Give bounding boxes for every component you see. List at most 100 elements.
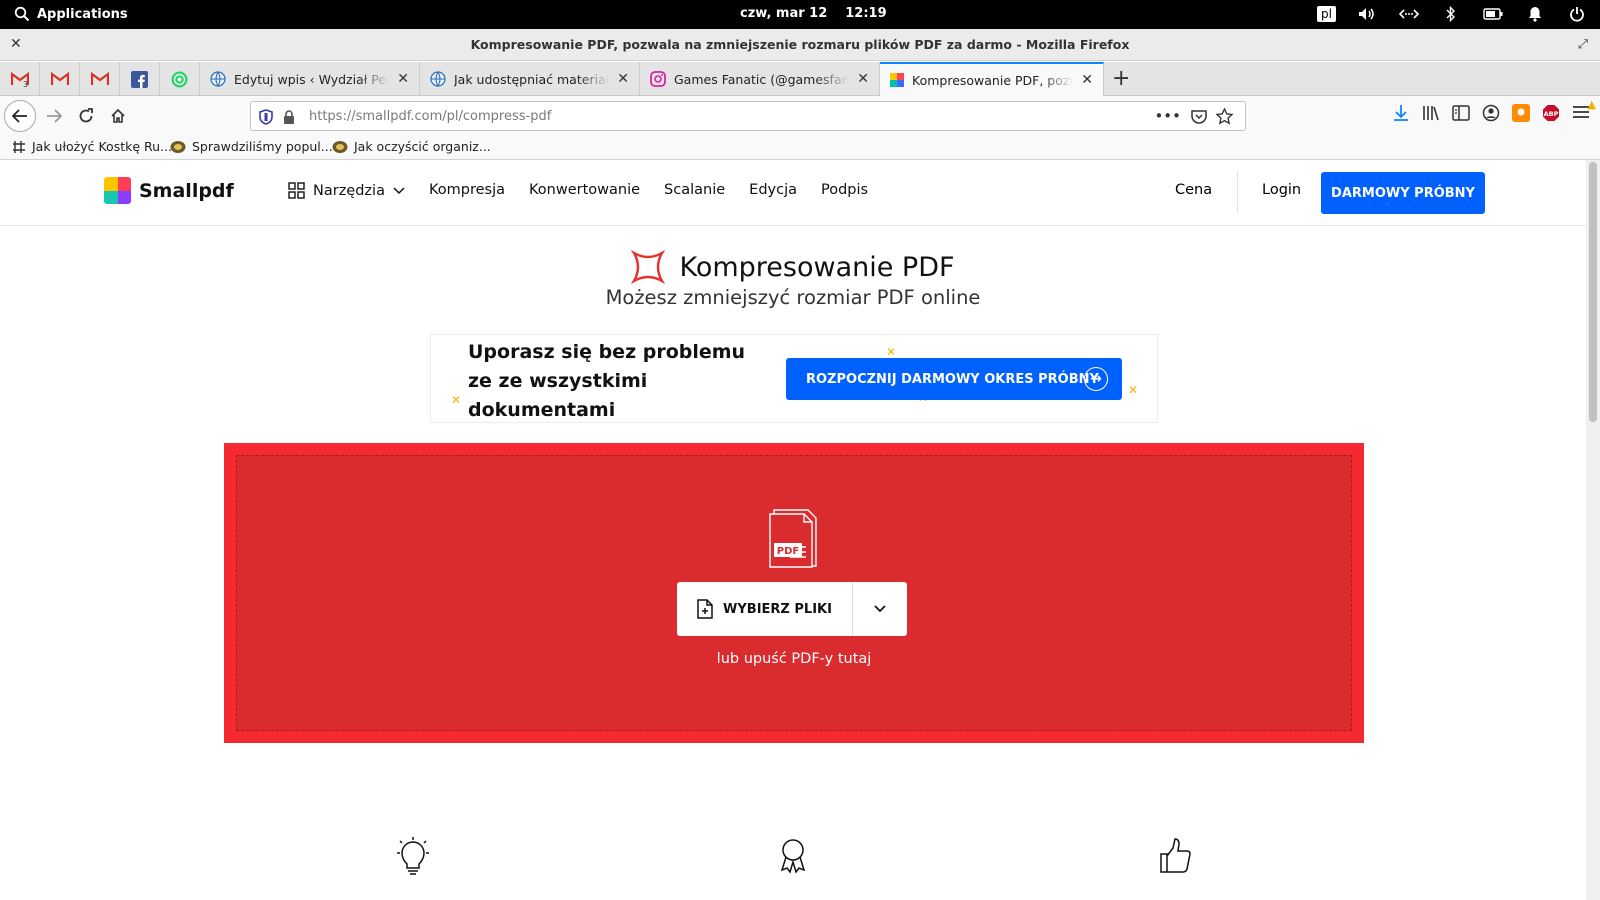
tools-dropdown[interactable]: Narzędzia	[288, 182, 405, 199]
url-bar[interactable]: https://smallpdf.com/pl/compress-pdf •••	[250, 101, 1246, 131]
tab-edytuj-wpis[interactable]: Edytuj wpis ‹ Wydział Pedagogiczny ✕	[200, 62, 420, 96]
search-icon	[14, 6, 30, 22]
menu-link-scalanie[interactable]: Scalanie	[664, 182, 725, 199]
file-add-icon	[697, 599, 713, 619]
bookmark-item[interactable]: Jak ułożyć Kostkę Ru...	[12, 139, 172, 154]
choose-files-label: WYBIERZ PLIKI	[723, 601, 832, 617]
forward-button[interactable]	[40, 102, 68, 130]
lightbulb-icon	[397, 837, 429, 875]
bookmark-label: Jak oczyścić organiz...	[354, 139, 491, 154]
pinned-tab-gmail-3[interactable]	[80, 62, 120, 96]
bookmark-star-icon[interactable]	[1216, 108, 1233, 125]
download-icon[interactable]	[1392, 104, 1410, 122]
tab-label: Edytuj wpis ‹ Wydział Pedagogiczny	[234, 71, 389, 87]
window-titlebar: ✕ Kompresowanie PDF, pozwala na zmniejsz…	[0, 29, 1600, 61]
bookmark-item[interactable]: Sprawdziliśmy popul...	[170, 139, 333, 154]
window-maximize-icon[interactable]: ⤢	[1578, 36, 1588, 52]
applications-label: Applications	[37, 6, 128, 22]
reload-button[interactable]	[72, 102, 100, 130]
instagram-icon	[650, 71, 666, 87]
tools-label: Narzędzia	[313, 182, 385, 199]
arrow-right-icon	[47, 109, 62, 123]
pinned-tab-facebook[interactable]	[120, 62, 160, 96]
page-actions-icon[interactable]: •••	[1154, 107, 1181, 125]
menu-link-kompresja[interactable]: Kompresja	[429, 182, 505, 199]
pocket-icon[interactable]	[1191, 109, 1207, 124]
header-divider	[1237, 171, 1238, 213]
globe-icon	[210, 71, 226, 87]
applications-menu[interactable]: Applications	[14, 6, 128, 22]
bookmark-item[interactable]: Jak oczyścić organiz...	[332, 139, 491, 154]
sparkle-icon: ✕	[1128, 383, 1139, 397]
svg-text:ABP: ABP	[1544, 110, 1559, 118]
menu-link-konwertowanie[interactable]: Konwertowanie	[529, 182, 640, 199]
pinned-tab-gmail-1[interactable]: 3	[0, 62, 40, 96]
chevron-down-icon	[393, 186, 405, 194]
tab-kompresowanie-pdf[interactable]: Kompresowanie PDF, pozwala ✕	[880, 62, 1104, 96]
pinned-tab-gmail-2[interactable]	[40, 62, 80, 96]
login-link[interactable]: Login	[1262, 182, 1301, 198]
lock-icon[interactable]	[283, 110, 295, 124]
home-icon	[111, 108, 125, 123]
clock[interactable]: czw, mar 12 12:19	[740, 6, 887, 21]
site-badge-icon	[332, 140, 348, 153]
promo-banner: Uporasz się bez problemu ze ze wszystkim…	[430, 334, 1158, 423]
power-icon[interactable]	[1566, 4, 1588, 24]
choose-files-dropdown[interactable]	[853, 582, 907, 636]
unread-count-badge: 3	[23, 80, 29, 89]
tab-close-icon[interactable]: ✕	[617, 71, 629, 87]
bluetooth-icon[interactable]	[1440, 4, 1462, 24]
page-scrollbar[interactable]	[1586, 160, 1600, 900]
pinned-tab-whatsapp[interactable]	[160, 62, 200, 96]
pdf-label: PDF	[777, 546, 799, 557]
cta-label: ROZPOCZNIJ DARMOWY OKRES PRÓBNY	[806, 371, 1099, 387]
hamburger-menu-icon[interactable]: ▲	[1572, 98, 1596, 122]
grid-icon	[288, 182, 305, 199]
logo-text: Smallpdf	[139, 179, 234, 202]
keyboard-layout-indicator[interactable]: pl	[1317, 6, 1336, 22]
tab-bar: 3 Edytuj wpis ‹ Wydział Pedagogiczny ✕ J…	[0, 62, 1600, 96]
price-link[interactable]: Cena	[1175, 182, 1212, 198]
toolbar-right: ABP ▲	[1392, 98, 1596, 122]
system-tray: pl	[1317, 4, 1588, 24]
start-free-trial-button[interactable]: ROZPOCZNIJ DARMOWY OKRES PRÓBNY →	[786, 358, 1122, 400]
tab-close-icon[interactable]: ✕	[397, 71, 409, 87]
scrollbar-thumb[interactable]	[1589, 162, 1597, 422]
url-text: https://smallpdf.com/pl/compress-pdf	[309, 109, 551, 124]
bookmark-label: Jak ułożyć Kostkę Ru...	[32, 139, 172, 154]
smallpdf-logo[interactable]: Smallpdf	[104, 177, 234, 204]
extension-orange-icon[interactable]	[1512, 104, 1530, 122]
site-header: Smallpdf Narzędzia Kompresja Konwertowan…	[0, 160, 1586, 226]
menu-link-podpis[interactable]: Podpis	[821, 182, 868, 199]
sidebar-icon[interactable]	[1452, 105, 1470, 121]
notifications-icon[interactable]	[1524, 4, 1546, 24]
navigation-toolbar: https://smallpdf.com/pl/compress-pdf •••…	[0, 96, 1600, 136]
choose-files-button[interactable]: WYBIERZ PLIKI	[677, 582, 853, 636]
network-icon[interactable]	[1398, 4, 1420, 24]
tab-games-fanatic[interactable]: Games Fanatic (@gamesfanatic) ✕	[640, 62, 880, 96]
back-button[interactable]	[4, 100, 36, 132]
menu-link-edycja[interactable]: Edycja	[749, 182, 797, 199]
compress-icon	[631, 250, 666, 284]
tab-close-icon[interactable]: ✕	[857, 71, 869, 87]
library-icon[interactable]	[1422, 104, 1440, 122]
battery-icon[interactable]	[1482, 4, 1504, 24]
globe-icon	[430, 71, 446, 87]
volume-icon[interactable]	[1356, 4, 1378, 24]
gmail-icon	[50, 72, 69, 85]
tab-close-icon[interactable]: ✕	[1081, 72, 1093, 88]
free-trial-button[interactable]: DARMOWY PRÓBNY	[1321, 172, 1485, 214]
url-host: https://smallpdf.com	[309, 108, 443, 124]
pdf-files-icon: PDF	[769, 509, 817, 568]
arrow-left-icon	[12, 109, 27, 123]
promo-text: Uporasz się bez problemu ze ze wszystkim…	[468, 341, 746, 421]
system-top-bar: Applications czw, mar 12 12:19 pl	[0, 0, 1600, 29]
home-button[interactable]	[104, 102, 132, 130]
tab-jak-udostepniac[interactable]: Jak udostępniać materiały dla ✕	[420, 62, 640, 96]
sparkle-icon: ✕	[886, 345, 897, 359]
adblock-plus-icon[interactable]: ABP	[1542, 104, 1560, 122]
tracking-protection-icon[interactable]	[259, 109, 273, 125]
new-tab-button[interactable]: +	[1112, 66, 1130, 91]
file-drop-zone[interactable]: PDF WYBIERZ PLIKI lub upuść PDF-y tutaj	[224, 443, 1364, 743]
account-icon[interactable]	[1482, 104, 1500, 122]
